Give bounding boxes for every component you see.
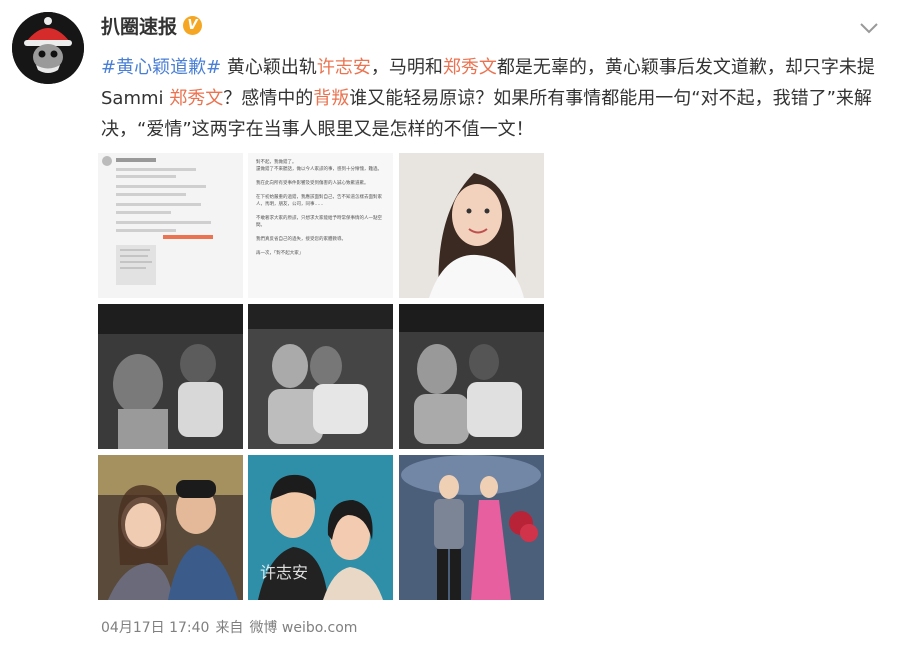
post-text: #黄心颖道歉# 黄心颖出轨许志安，马明和郑秀文都是无辜的，黄心颖事后发文道歉，却… <box>101 52 876 145</box>
image-weibo-screenshot[interactable] <box>98 153 243 298</box>
note-line: 不敢奢求大家的原諒，只想求大家能給予時常保事情的人一點空間。 <box>256 216 382 228</box>
photo-caption: 许志安 <box>260 563 309 582</box>
chevron-down-icon[interactable] <box>858 20 880 36</box>
name-link[interactable]: 许志安 <box>317 57 371 78</box>
post-text-segment: 都是无辜的，黄心颖事后发文道歉，却只字未提 <box>496 57 875 78</box>
note-line: 在下初始嚴重的過錯，我應該面對自己，告不知道怎樣去面對家人，馬明，朋友，公司，同… <box>256 195 382 207</box>
source-label: 来自 <box>215 620 244 636</box>
image-portrait[interactable] <box>399 153 544 298</box>
post-text-segment: 谁又能轻易原谅？如果所有事情都能用一句“对不起，我错了”来解 <box>349 88 872 109</box>
image-cctv-3[interactable] <box>399 304 544 449</box>
post-text-segment: ，马明和 <box>370 57 443 78</box>
post-text-segment: Sammi <box>101 88 170 109</box>
note-line: 我在此向所有受事件影響及受到傷害的人誠心致歉道歉。 <box>256 181 369 186</box>
source-link[interactable]: 微博 weibo.com <box>249 620 357 636</box>
image-stage-performance[interactable] <box>399 455 544 600</box>
image-cctv-1[interactable] <box>98 304 243 449</box>
verified-badge-icon: V <box>183 16 203 35</box>
name-link[interactable]: 郑秀文 <box>169 88 223 109</box>
topic-link[interactable]: 背叛 <box>313 88 349 109</box>
post-text-segment: 黄心颖出轨 <box>221 57 317 78</box>
post-footer: 04月17日 17:40 来自 微博 weibo.com <box>101 617 363 637</box>
note-line: 還做錯了不來聽話，做以今人家諒的事，感到十分慚愧，難過。 <box>256 167 382 172</box>
account-header: 扒圈速报 V <box>101 12 203 39</box>
post-timestamp[interactable]: 04月17日 17:40 <box>101 620 209 636</box>
name-link[interactable]: 郑秀文 <box>443 57 497 78</box>
image-apology-note[interactable]: 對不起，我做錯了。 還做錯了不來聽話，做以今人家諒的事，感到十分慚愧，難過。 我… <box>248 153 393 298</box>
post-text-segment: 决，“爱情”这两字在当事人眼里又是怎样的不值一文！ <box>101 119 534 140</box>
image-cctv-2[interactable] <box>248 304 393 449</box>
note-line: 對不起，我做錯了。 <box>256 160 297 165</box>
post-text-segment: ？感情中的 <box>223 88 314 109</box>
account-name[interactable]: 扒圈速报 <box>101 12 177 39</box>
image-couple-selfie[interactable] <box>98 455 243 600</box>
hashtag-link[interactable]: #黄心颖道歉# <box>101 57 221 78</box>
note-line: 我們真反省自己的過失，接受您的家體教導。 <box>256 237 346 242</box>
image-old-photo[interactable]: 许志安 <box>248 455 393 600</box>
note-line: 再一次，「對不起大家」 <box>256 251 304 256</box>
avatar-santa-icon <box>12 12 84 84</box>
avatar[interactable] <box>12 12 84 84</box>
